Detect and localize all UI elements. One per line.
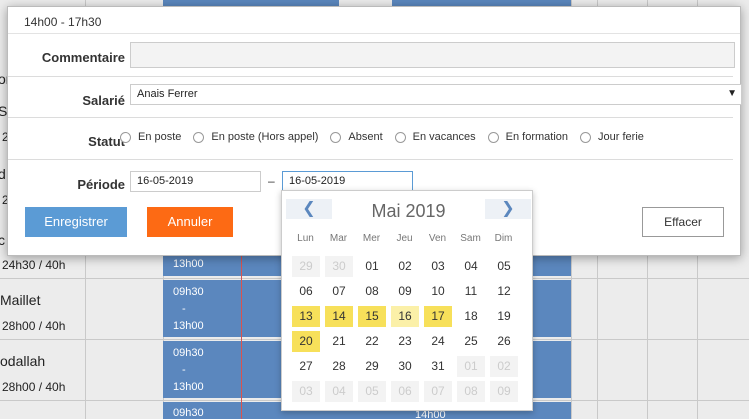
calendar-day[interactable]: 08 [457, 381, 485, 402]
calendar-day[interactable]: 01 [457, 356, 485, 377]
radio-icon [487, 131, 499, 143]
shift-dash: - [182, 364, 186, 376]
calendar-day[interactable]: 10 [424, 281, 452, 302]
shift-dash: - [182, 303, 186, 315]
calendar-day[interactable]: 28 [325, 356, 353, 377]
status-option-absent[interactable]: Absent [330, 131, 383, 143]
modal-title: 14h00 - 17h30 [8, 7, 740, 34]
employee-hours: 24h30 / 40h [2, 258, 66, 272]
divider [8, 159, 733, 160]
status-radio-group: En poste En poste (Hors appel) Absent En… [120, 131, 656, 143]
shift-start: 09h30 [173, 286, 204, 298]
radio-icon [330, 131, 342, 143]
employee-name: c [0, 232, 5, 248]
employee-name: d [0, 166, 6, 182]
radio-icon [394, 131, 406, 143]
calendar-day[interactable]: 21 [325, 331, 353, 352]
employee-label: Salarié [82, 93, 125, 108]
calendar-day[interactable]: 15 [358, 306, 386, 327]
calendar-day[interactable]: 05 [490, 256, 518, 277]
calendar-day[interactable]: 30 [325, 256, 353, 277]
calendar-day[interactable]: 03 [424, 256, 452, 277]
employee-name: odallah [0, 353, 46, 369]
radio-icon [120, 131, 131, 143]
period-to-input[interactable]: 16-05-2019 [282, 171, 413, 192]
weekday-header: Ven [428, 233, 447, 244]
shift-start: 09h30 [173, 347, 204, 359]
weekday-header: Dim [494, 233, 513, 244]
calendar-day[interactable]: 08 [358, 281, 386, 302]
status-option-jour-ferie[interactable]: Jour ferie [580, 131, 644, 143]
employee-hours: 28h00 / 40h [2, 319, 66, 333]
next-month-button[interactable]: ❯ [485, 199, 531, 219]
period-label: Période [77, 177, 125, 192]
status-option-vacances[interactable]: En vacances [394, 131, 476, 143]
calendar-day[interactable]: 25 [457, 331, 485, 352]
comment-label: Commentaire [41, 50, 125, 65]
calendar-day[interactable]: 07 [424, 381, 452, 402]
calendar-day[interactable]: 04 [325, 381, 353, 402]
calendar-day[interactable]: 26 [490, 331, 518, 352]
calendar-day[interactable]: 27 [292, 356, 320, 377]
employee-name: Maillet [0, 292, 41, 308]
calendar-day[interactable]: 30 [391, 356, 419, 377]
weekday-header: Sam [460, 233, 481, 244]
employee-select[interactable]: Anais Ferrer ▼ [130, 84, 742, 105]
status-option-formation[interactable]: En formation [487, 131, 568, 143]
employee-hours: 28h00 / 40h [2, 380, 66, 394]
calendar-day[interactable]: 07 [325, 281, 353, 302]
status-option-hors-appel[interactable]: En poste (Hors appel) [193, 131, 318, 143]
calendar-day[interactable]: 19 [490, 306, 518, 327]
calendar-day[interactable]: 20 [292, 331, 320, 352]
calendar-day[interactable]: 02 [490, 356, 518, 377]
calendar-day[interactable]: 04 [457, 256, 485, 277]
weekday-header: Lun [297, 233, 314, 244]
current-time-line [241, 255, 242, 419]
save-button[interactable]: Enregistrer [25, 207, 127, 237]
calendar-day[interactable]: 31 [424, 356, 452, 377]
calendar-day[interactable]: 29 [358, 356, 386, 377]
calendar-day[interactable]: 06 [292, 281, 320, 302]
shift-end: 13h00 [173, 381, 204, 393]
shift-end: 13h00 [173, 258, 204, 270]
comment-field[interactable] [130, 42, 735, 68]
employee-value: Anais Ferrer [137, 88, 198, 100]
calendar-day[interactable]: 13 [292, 306, 320, 327]
calendar-day[interactable]: 24 [424, 331, 452, 352]
calendar-day[interactable]: 09 [490, 381, 518, 402]
period-separator: – [268, 174, 275, 188]
clear-button[interactable]: Effacer [642, 207, 724, 237]
divider [8, 76, 733, 77]
weekday-header: Mer [362, 233, 381, 244]
month-title: Mai 2019 [371, 201, 446, 221]
calendar-day[interactable]: 02 [391, 256, 419, 277]
chevron-down-icon: ▼ [727, 88, 737, 99]
weekday-header: Jeu [396, 233, 413, 244]
calendar-day[interactable]: 01 [358, 256, 386, 277]
cancel-button[interactable]: Annuler [147, 207, 233, 237]
weekday-header: Mar [329, 233, 348, 244]
prev-month-button[interactable]: ❮ [286, 199, 332, 219]
calendar-day[interactable]: 29 [292, 256, 320, 277]
calendar-day[interactable]: 05 [358, 381, 386, 402]
shift-start: 09h30 [173, 407, 204, 419]
calendar-day[interactable]: 18 [457, 306, 485, 327]
radio-icon [580, 131, 592, 143]
status-option-en-poste[interactable]: En poste [120, 131, 181, 143]
calendar-day[interactable]: 09 [391, 281, 419, 302]
divider [8, 117, 733, 118]
calendar-day[interactable]: 11 [457, 281, 485, 302]
calendar-day[interactable]: 06 [391, 381, 419, 402]
calendar-day[interactable]: 23 [391, 331, 419, 352]
calendar-day[interactable]: 17 [424, 306, 452, 327]
shift-end: 13h00 [173, 320, 204, 332]
datepicker: ❮ Mai 2019 ❯ Lun Mar Mer Jeu Ven Sam Dim 29 30 01… [281, 190, 533, 411]
calendar-day[interactable]: 12 [490, 281, 518, 302]
radio-icon [193, 131, 205, 143]
period-from-input[interactable]: 16-05-2019 [130, 171, 261, 192]
calendar-day[interactable]: 22 [358, 331, 386, 352]
calendar-day[interactable]: 14 [325, 306, 353, 327]
calendar-day[interactable]: 03 [292, 381, 320, 402]
calendar-day[interactable]: 16 [391, 306, 419, 327]
